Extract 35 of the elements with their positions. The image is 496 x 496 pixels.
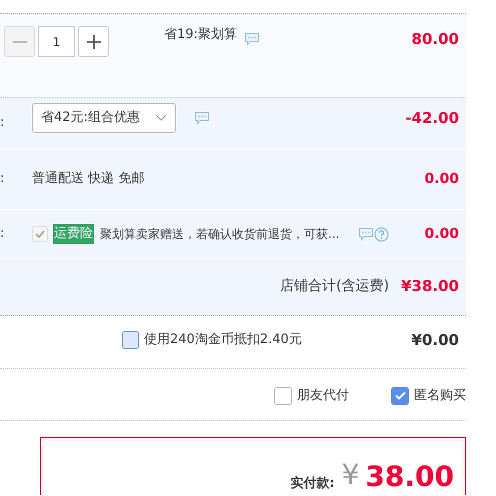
shop-total-label: 店铺合计(含运费)	[280, 276, 390, 296]
check-icon	[394, 391, 406, 400]
row-label: :	[0, 114, 6, 132]
insurance-tag: 运费险	[53, 224, 94, 244]
insurance-amount: 0.00	[424, 224, 459, 244]
row-label: :	[0, 225, 6, 244]
checkbox[interactable]	[274, 386, 292, 404]
item-price: 80.00	[412, 29, 459, 50]
comment-icon	[194, 111, 210, 125]
check-icon	[35, 230, 45, 238]
help-icon	[374, 226, 390, 242]
payment-amount: 38.00	[365, 463, 454, 491]
shop-total-amount: ¥38.00	[401, 276, 459, 297]
shipping-amount: 0.00	[424, 170, 459, 188]
coins-amount: ¥0.00	[412, 330, 459, 351]
comment-icon	[244, 32, 260, 46]
plus-button[interactable]	[78, 26, 109, 57]
checkbox[interactable]	[391, 386, 409, 404]
coins-label: 使用240淘金币抵扣2.40元	[144, 331, 302, 350]
row-label: :	[0, 170, 6, 188]
promo-text: 省19:聚划算	[164, 26, 237, 44]
plus-icon	[86, 34, 100, 48]
option-label: 匿名购买	[414, 386, 466, 405]
option-label: 朋友代付	[297, 386, 349, 405]
checkbox[interactable]	[122, 331, 139, 349]
comment-icon	[358, 227, 374, 241]
currency-sign: ¥	[342, 461, 360, 489]
payment-label: 实付款:	[290, 474, 335, 493]
quantity-field[interactable]: 1	[38, 26, 75, 57]
chevron-down-icon	[155, 114, 167, 122]
shipping-method: 普通配送 快递 免邮	[32, 170, 144, 188]
discount-dropdown[interactable]: 省42元:组合优惠	[32, 103, 176, 133]
discount-amount: -42.00	[405, 108, 459, 129]
minus-icon	[12, 40, 26, 42]
insurance-text: 聚划算卖家赠送，若确认收货前退货，可获...	[100, 226, 340, 243]
